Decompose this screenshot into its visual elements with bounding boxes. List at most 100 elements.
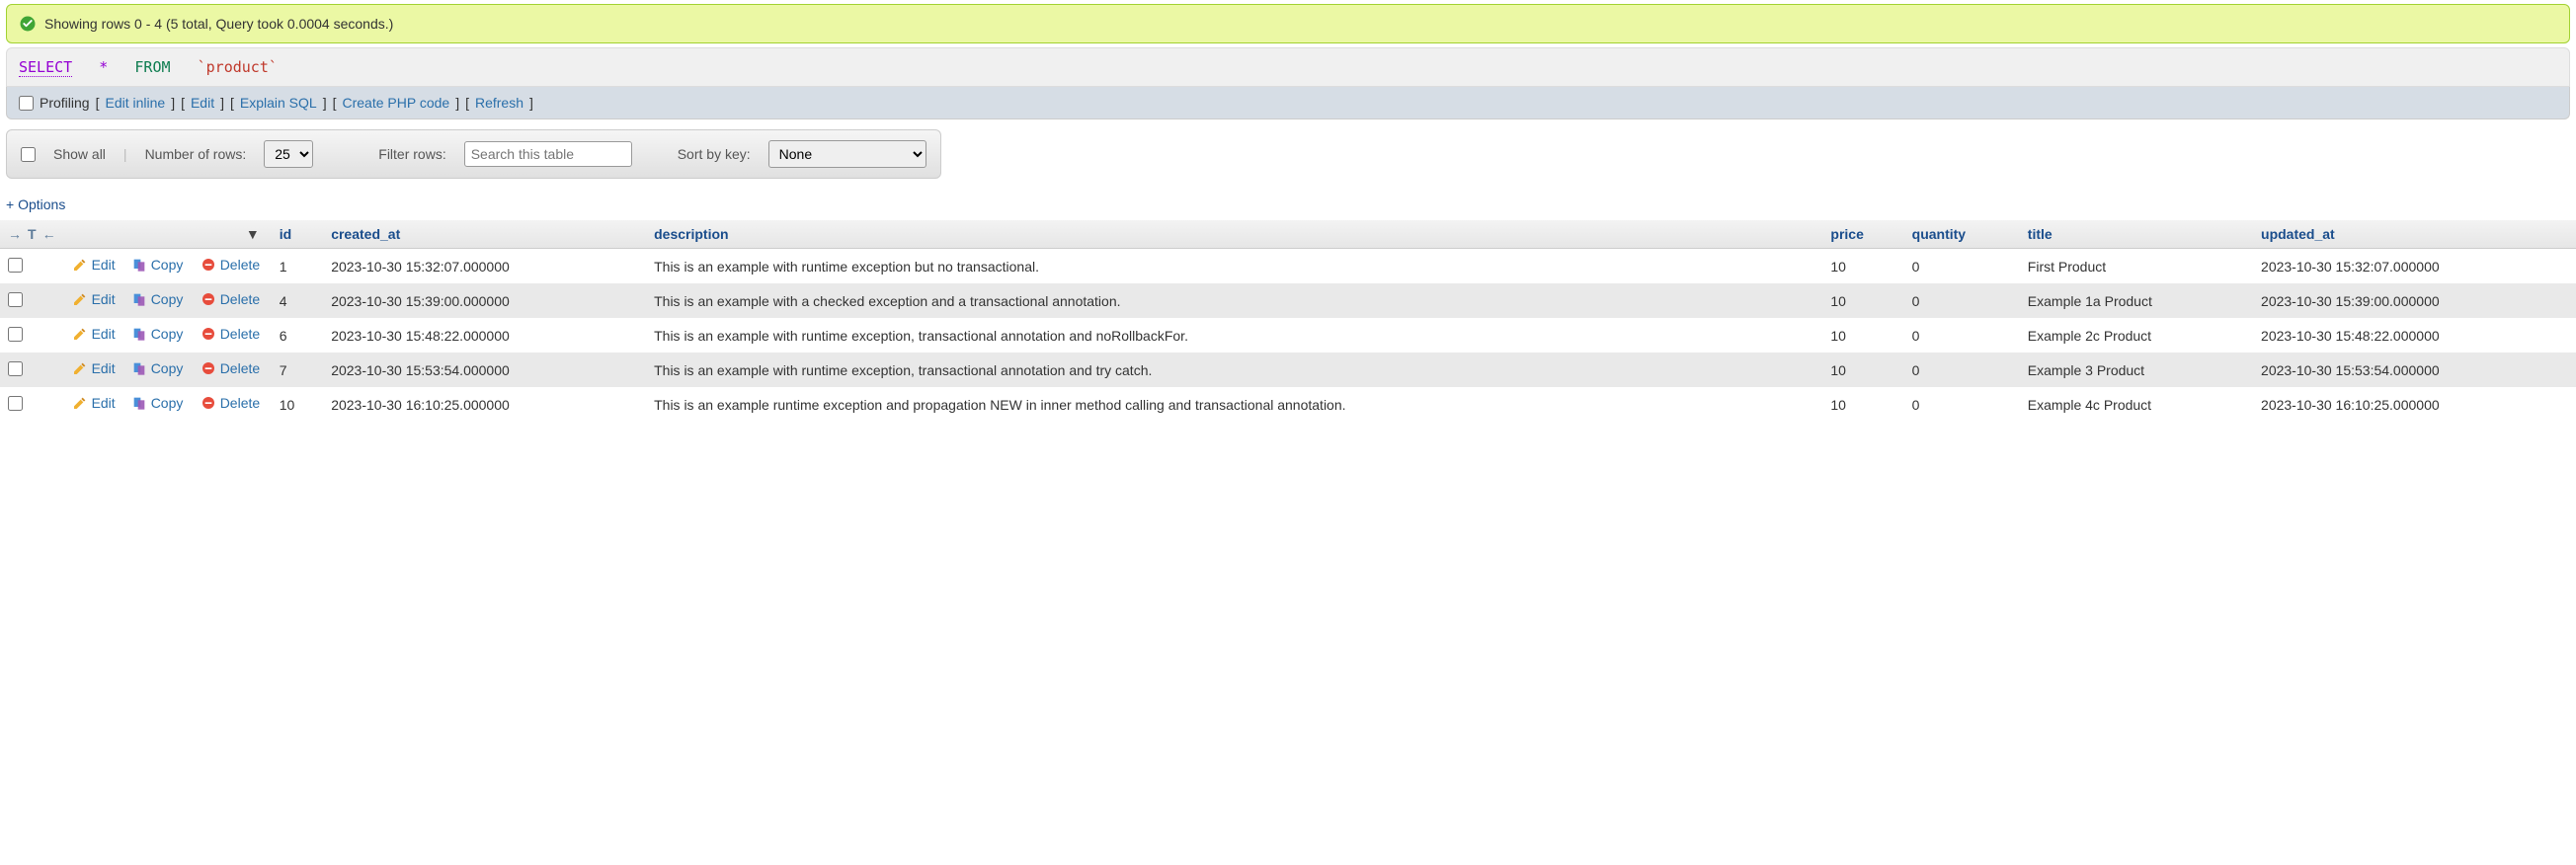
pencil-icon [72, 257, 88, 273]
options-toggle[interactable]: + Options [6, 197, 2570, 212]
table-row: Edit Copy Delete 10 2023-10-30 16:10:25.… [0, 387, 2576, 422]
explain-sql-link[interactable]: Explain SQL [240, 95, 317, 111]
cell-updated-at: 2023-10-30 15:39:00.000000 [2253, 283, 2576, 318]
cell-price: 10 [1822, 283, 1903, 318]
move-left-icon[interactable]: ← [42, 226, 56, 242]
edit-label: Edit [92, 360, 116, 376]
cell-description: This is an example with runtime exceptio… [646, 318, 1822, 353]
col-updated-at[interactable]: updated_at [2253, 220, 2576, 249]
copy-row-link[interactable]: Copy [131, 291, 184, 307]
col-id[interactable]: id [272, 220, 324, 249]
col-quantity[interactable]: quantity [1904, 220, 2020, 249]
cell-updated-at: 2023-10-30 16:10:25.000000 [2253, 387, 2576, 422]
sort-select[interactable]: None [768, 140, 926, 168]
row-checkbox[interactable] [8, 292, 23, 307]
cell-price: 10 [1822, 318, 1903, 353]
text-icon[interactable]: T [28, 226, 37, 242]
edit-row-link[interactable]: Edit [72, 395, 116, 411]
edit-inline-link[interactable]: Edit inline [105, 95, 165, 111]
col-created-at[interactable]: created_at [323, 220, 646, 249]
move-right-icon[interactable]: → [8, 226, 22, 242]
cell-updated-at: 2023-10-30 15:48:22.000000 [2253, 318, 2576, 353]
cell-quantity: 0 [1904, 387, 2020, 422]
cell-created-at: 2023-10-30 15:39:00.000000 [323, 283, 646, 318]
delete-label: Delete [220, 291, 260, 307]
row-checkbox[interactable] [8, 361, 23, 376]
cell-description: This is an example with a checked except… [646, 283, 1822, 318]
delete-icon [201, 257, 216, 273]
cell-description: This is an example runtime exception and… [646, 387, 1822, 422]
copy-icon [131, 326, 147, 342]
delete-label: Delete [220, 257, 260, 273]
create-php-link[interactable]: Create PHP code [342, 95, 449, 111]
row-checkbox[interactable] [8, 327, 23, 342]
edit-label: Edit [92, 326, 116, 342]
cell-title: First Product [2020, 249, 2253, 284]
pencil-icon [72, 326, 88, 342]
copy-row-link[interactable]: Copy [131, 360, 184, 376]
delete-row-link[interactable]: Delete [201, 291, 260, 307]
cell-quantity: 0 [1904, 283, 2020, 318]
cell-price: 10 [1822, 353, 1903, 387]
table-row: Edit Copy Delete 6 2023-10-30 15:48:22.0… [0, 318, 2576, 353]
delete-label: Delete [220, 395, 260, 411]
copy-icon [131, 291, 147, 307]
edit-row-link[interactable]: Edit [72, 326, 116, 342]
profiling-label: Profiling [40, 95, 90, 111]
col-description[interactable]: description [646, 220, 1822, 249]
pencil-icon [72, 360, 88, 376]
edit-label: Edit [92, 291, 116, 307]
cell-title: Example 2c Product [2020, 318, 2253, 353]
delete-label: Delete [220, 326, 260, 342]
filter-input[interactable] [464, 141, 632, 167]
delete-row-link[interactable]: Delete [201, 360, 260, 376]
cell-created-at: 2023-10-30 15:32:07.000000 [323, 249, 646, 284]
cell-updated-at: 2023-10-30 15:53:54.000000 [2253, 353, 2576, 387]
sort-label: Sort by key: [678, 146, 751, 162]
check-icon [19, 15, 37, 33]
cell-id: 7 [272, 353, 324, 387]
delete-row-link[interactable]: Delete [201, 395, 260, 411]
copy-row-link[interactable]: Copy [131, 257, 184, 273]
delete-row-link[interactable]: Delete [201, 257, 260, 273]
profiling-checkbox[interactable] [19, 96, 34, 111]
delete-row-link[interactable]: Delete [201, 326, 260, 342]
row-checkbox[interactable] [8, 396, 23, 411]
table-controls: Show all | Number of rows: 25 Filter row… [6, 129, 941, 179]
sql-select: SELECT [19, 58, 72, 77]
copy-icon [131, 395, 147, 411]
edit-link[interactable]: Edit [191, 95, 214, 111]
copy-label: Copy [151, 395, 184, 411]
rows-select[interactable]: 25 [264, 140, 313, 168]
delete-icon [201, 291, 216, 307]
cell-quantity: 0 [1904, 353, 2020, 387]
sql-star: * [99, 58, 108, 76]
success-text: Showing rows 0 - 4 (5 total, Query took … [44, 16, 393, 32]
row-checkbox[interactable] [8, 258, 23, 273]
delete-label: Delete [220, 360, 260, 376]
edit-row-link[interactable]: Edit [72, 360, 116, 376]
sql-from: FROM [134, 58, 170, 76]
cell-title: Example 1a Product [2020, 283, 2253, 318]
cell-quantity: 0 [1904, 318, 2020, 353]
filter-label: Filter rows: [378, 146, 445, 162]
rows-label: Number of rows: [145, 146, 247, 162]
copy-row-link[interactable]: Copy [131, 326, 184, 342]
cell-description: This is an example with runtime exceptio… [646, 249, 1822, 284]
cell-updated-at: 2023-10-30 15:32:07.000000 [2253, 249, 2576, 284]
show-all-checkbox[interactable] [21, 147, 36, 162]
success-message: Showing rows 0 - 4 (5 total, Query took … [6, 4, 2570, 43]
cell-id: 1 [272, 249, 324, 284]
col-title[interactable]: title [2020, 220, 2253, 249]
copy-label: Copy [151, 257, 184, 273]
sort-desc-icon[interactable]: ▼ [246, 226, 260, 242]
table-row: Edit Copy Delete 4 2023-10-30 15:39:00.0… [0, 283, 2576, 318]
edit-row-link[interactable]: Edit [72, 291, 116, 307]
edit-row-link[interactable]: Edit [72, 257, 116, 273]
delete-icon [201, 360, 216, 376]
cell-price: 10 [1822, 387, 1903, 422]
refresh-link[interactable]: Refresh [475, 95, 523, 111]
col-price[interactable]: price [1822, 220, 1903, 249]
copy-row-link[interactable]: Copy [131, 395, 184, 411]
copy-label: Copy [151, 326, 184, 342]
